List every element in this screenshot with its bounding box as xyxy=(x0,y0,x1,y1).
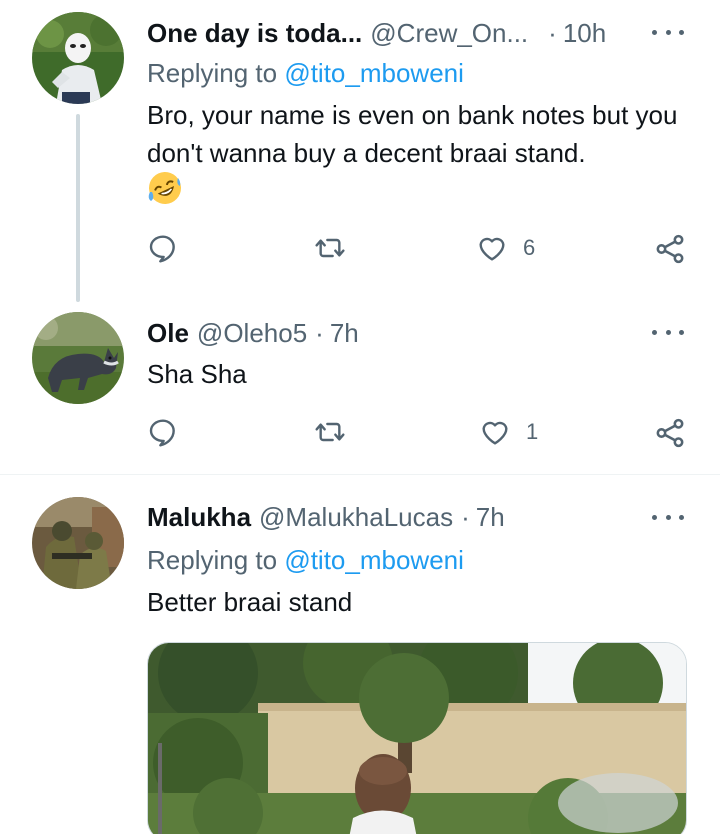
tweet-text: Bro, your name is even on bank notes but… xyxy=(147,96,687,172)
thread-line xyxy=(76,114,80,302)
heart-icon xyxy=(482,421,508,445)
like-count: 1 xyxy=(526,419,539,444)
tweet-actions: 6 xyxy=(147,232,692,272)
tweet-header: Ole @Oleho5 · 7h xyxy=(147,316,359,350)
tweet-text: Sha Sha xyxy=(147,355,687,393)
tweet-text: Better braai stand xyxy=(147,583,687,621)
avatar[interactable] xyxy=(32,497,124,589)
replying-to: Replying to @tito_mboweni xyxy=(147,56,464,90)
tweet-actions: 1 xyxy=(147,416,692,456)
tweet-text-content: Better braai stand xyxy=(147,587,353,617)
separator: · xyxy=(548,18,557,48)
username[interactable]: @Crew_On... xyxy=(370,16,528,50)
like-count: 6 xyxy=(523,235,536,260)
reply-button[interactable] xyxy=(147,232,179,264)
display-name[interactable]: Malukha xyxy=(147,500,251,534)
reply-icon xyxy=(149,235,175,263)
more-icon[interactable] xyxy=(652,507,684,527)
share-button[interactable] xyxy=(653,416,687,450)
avatar[interactable] xyxy=(32,312,124,404)
rolling-laughing-emoji-icon xyxy=(148,172,181,204)
share-icon xyxy=(656,234,684,264)
replying-to: Replying to @tito_mboweni xyxy=(147,543,464,577)
like-button[interactable]: 6 xyxy=(475,232,535,264)
timestamp[interactable]: 7h xyxy=(476,500,505,534)
retweet-button[interactable] xyxy=(313,232,347,264)
tweet-text-content: Bro, your name is even on bank notes but… xyxy=(147,100,678,168)
display-name[interactable]: One day is toda... xyxy=(147,16,362,50)
reply-button[interactable] xyxy=(147,416,179,448)
tweet-header: One day is toda... @Crew_On... · 10h xyxy=(147,16,606,50)
tweet-emoji xyxy=(147,170,187,216)
replying-label: Replying to xyxy=(147,58,278,88)
retweet-button[interactable] xyxy=(313,416,347,448)
share-icon xyxy=(656,418,684,448)
reply-icon xyxy=(149,419,175,447)
replying-handle-link[interactable]: @tito_mboweni xyxy=(284,545,464,575)
avatar[interactable] xyxy=(32,12,124,104)
more-icon[interactable] xyxy=(652,322,684,342)
replying-handle-link[interactable]: @tito_mboweni xyxy=(284,58,464,88)
tweet-header: Malukha @MalukhaLucas · 7h xyxy=(147,500,505,534)
separator: · xyxy=(315,318,324,348)
share-button[interactable] xyxy=(653,232,687,266)
timestamp[interactable]: 7h xyxy=(330,316,359,350)
timestamp[interactable]: 10h xyxy=(563,16,606,50)
more-icon[interactable] xyxy=(652,22,684,42)
tweet-media-photo[interactable] xyxy=(147,642,687,834)
heart-icon xyxy=(479,237,505,261)
username[interactable]: @MalukhaLucas xyxy=(259,500,453,534)
retweet-icon xyxy=(315,422,345,442)
tweet-text-content: Sha Sha xyxy=(147,359,247,389)
retweet-icon xyxy=(315,238,345,258)
username[interactable]: @Oleho5 xyxy=(197,316,307,350)
separator: · xyxy=(461,502,470,532)
tweet-2[interactable]: Ole @Oleho5 · 7h Sha Sha 1 xyxy=(0,300,720,474)
display-name[interactable]: Ole xyxy=(147,316,189,350)
like-button[interactable]: 1 xyxy=(478,416,538,448)
replying-label: Replying to xyxy=(147,545,278,575)
tweet-1[interactable]: One day is toda... @Crew_On... · 10h Rep… xyxy=(0,0,720,302)
